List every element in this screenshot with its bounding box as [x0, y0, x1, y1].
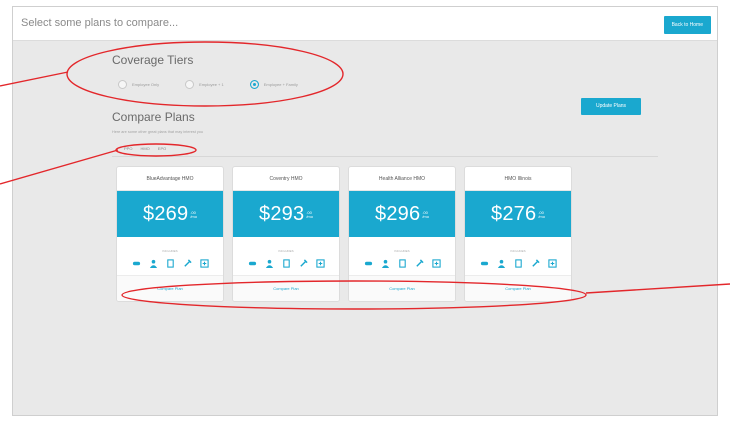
plan-card: BlueAdvantage HMO $269 .00 /mo INCLUDES … [116, 166, 224, 302]
coverage-tiers-title: Coverage Tiers [112, 53, 194, 67]
compare-plan-link[interactable]: Compare Plan [233, 275, 339, 301]
includes-label: INCLUDES [510, 249, 526, 253]
pill-icon [480, 261, 488, 266]
compare-plans-subtitle: Here are some other great plans that may… [112, 130, 203, 134]
hospital-icon [547, 259, 557, 268]
radio-icon[interactable] [185, 80, 195, 89]
plan-cards: BlueAdvantage HMO $269 .00 /mo INCLUDES … [116, 166, 572, 302]
pill-icon [132, 261, 140, 266]
radio-selected-icon[interactable] [249, 80, 259, 89]
document-icon [514, 259, 522, 268]
doctor-icon [149, 259, 157, 268]
tier-employee-plus-one[interactable]: Employee + 1 [185, 80, 224, 89]
benefit-icons [117, 259, 223, 268]
tier-label: Employee + 1 [199, 82, 224, 87]
syringe-icon [183, 259, 192, 267]
syringe-icon [415, 259, 424, 267]
plan-type-filters: PPO HMO EPO [124, 146, 166, 151]
price-suffix: .00 /mo [422, 210, 429, 220]
price-suffix: .00 /mo [190, 210, 197, 220]
filter-hmo[interactable]: HMO [140, 146, 149, 151]
price-unit: /mo [306, 214, 313, 219]
back-to-home-button[interactable]: Back to Home [663, 16, 711, 34]
plan-card: Health Alliance HMO $296 .00 /mo INCLUDE… [348, 166, 456, 302]
syringe-icon [299, 259, 308, 267]
price-unit: /mo [538, 214, 545, 219]
compare-plan-link[interactable]: Compare Plan [117, 275, 223, 301]
hospital-icon [431, 259, 441, 268]
plan-price: $276 .00 /mo [465, 191, 571, 237]
plan-price: $269 .00 /mo [117, 191, 223, 237]
price-amount: $293 [259, 203, 305, 225]
includes-label: INCLUDES [394, 249, 410, 253]
price-suffix: .00 /mo [306, 210, 313, 220]
price-suffix: .00 /mo [538, 210, 545, 220]
document-icon [166, 259, 174, 268]
document-icon [282, 259, 290, 268]
plan-card: HMO Illinois $276 .00 /mo INCLUDES Compa… [464, 166, 572, 302]
doctor-icon [265, 259, 273, 268]
price-unit: /mo [422, 214, 429, 219]
top-bar: Select some plans to compare... Back to … [13, 7, 717, 41]
tier-label: Employee Only [132, 82, 160, 87]
document-icon [398, 259, 406, 268]
compare-plan-link[interactable]: Compare Plan [349, 275, 455, 301]
price-amount: $296 [375, 203, 421, 225]
compare-plan-link[interactable]: Compare Plan [465, 275, 571, 301]
price-unit: /mo [190, 214, 197, 219]
filter-epo[interactable]: EPO [158, 146, 166, 151]
benefit-icons [233, 259, 339, 268]
plan-name: BlueAdvantage HMO [117, 167, 223, 191]
plan-name: Health Alliance HMO [349, 167, 455, 191]
tier-employee-family[interactable]: Employee + Family [249, 80, 298, 89]
hospital-icon [199, 259, 209, 268]
includes-label: INCLUDES [278, 249, 294, 253]
update-plans-button[interactable]: Update Plans [581, 98, 641, 115]
tier-label: Employee + Family [263, 82, 298, 87]
plan-card: Coventry HMO $293 .00 /mo INCLUDES Compa… [232, 166, 340, 302]
coverage-tier-options: Employee Only Employee + 1 Employee + Fa… [118, 80, 298, 89]
plan-name: HMO Illinois [465, 167, 571, 191]
tier-employee-only[interactable]: Employee Only [118, 80, 159, 89]
radio-icon[interactable] [118, 80, 127, 89]
compare-plans-title: Compare Plans [112, 110, 195, 124]
section-divider [112, 156, 658, 157]
syringe-icon [531, 259, 540, 267]
filter-ppo[interactable]: PPO [124, 146, 132, 151]
pill-icon [364, 261, 372, 266]
doctor-icon [497, 259, 505, 268]
benefit-icons [465, 259, 571, 268]
plan-price: $293 .00 /mo [233, 191, 339, 237]
price-amount: $276 [491, 203, 537, 225]
hospital-icon [315, 259, 325, 268]
benefit-icons [349, 259, 455, 268]
page-title: Select some plans to compare... [21, 17, 179, 29]
plan-price: $296 .00 /mo [349, 191, 455, 237]
doctor-icon [381, 259, 389, 268]
pill-icon [248, 261, 256, 266]
price-amount: $269 [143, 203, 189, 225]
includes-label: INCLUDES [162, 249, 178, 253]
plan-name: Coventry HMO [233, 167, 339, 191]
